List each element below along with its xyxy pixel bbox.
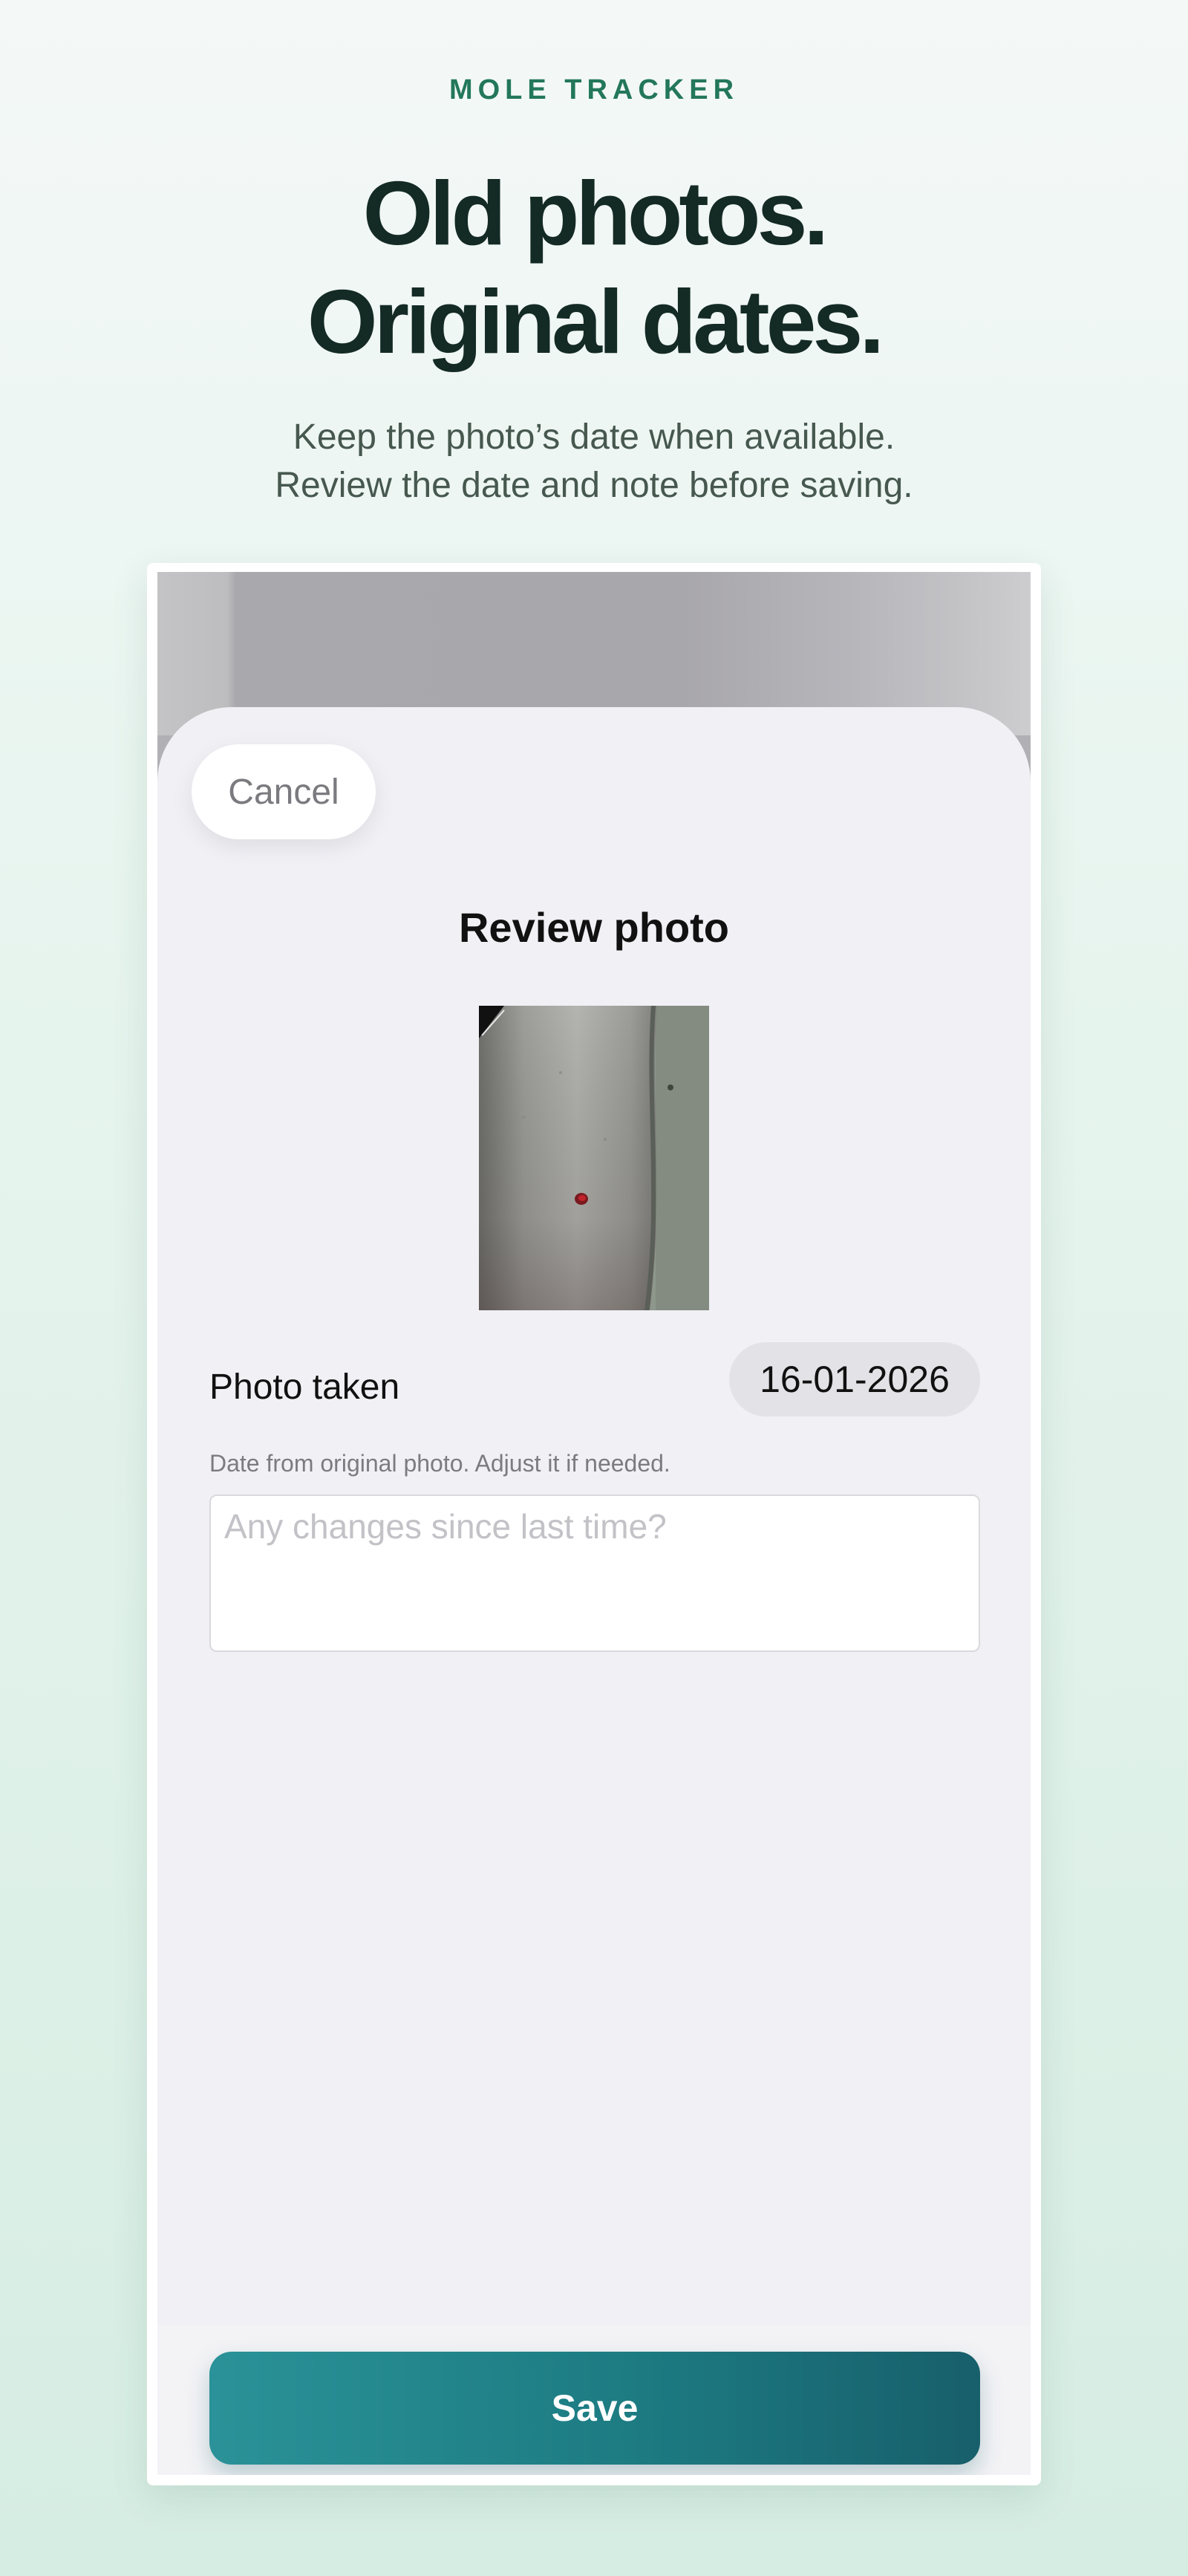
app-eyebrow: MOLE TRACKER xyxy=(448,74,740,105)
date-hint-text: Date from original photo. Adjust it if n… xyxy=(209,1450,670,1477)
subhead-line-2: Review the date and note before saving. xyxy=(275,466,913,505)
save-button[interactable]: Save xyxy=(209,2352,980,2465)
headline-line-2: Original dates. xyxy=(307,271,884,372)
photo-date-picker[interactable]: 16-01-2026 xyxy=(729,1342,980,1417)
review-photo-sheet: Cancel Review photo Photo taken 16-01-20… xyxy=(157,707,1031,2475)
app-screen: Cancel Review photo Photo taken 16-01-20… xyxy=(157,572,1031,2475)
subhead-line-1: Keep the photo’s date when available. xyxy=(293,417,895,457)
photo-taken-label: Photo taken xyxy=(209,1367,400,1407)
cancel-button[interactable]: Cancel xyxy=(192,744,376,839)
headline-line-1: Old photos. xyxy=(362,163,829,264)
photo-thumbnail xyxy=(479,1006,709,1310)
subheadline: Keep the photo’s date when available. Re… xyxy=(0,413,1188,510)
sheet-title: Review photo xyxy=(458,904,730,951)
headline: Old photos. Original dates. xyxy=(0,159,1188,376)
save-footer: Save xyxy=(157,2325,1031,2475)
note-input[interactable] xyxy=(209,1494,980,1652)
